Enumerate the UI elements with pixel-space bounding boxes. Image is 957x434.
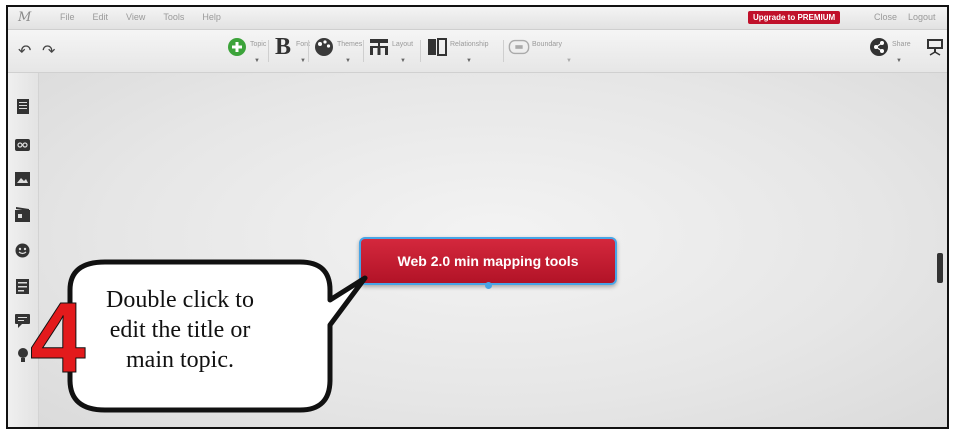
menu-bar: M File Edit View Tools Help Upgrade to P… — [8, 7, 947, 30]
themes-button[interactable]: Themes ▼ — [313, 36, 363, 64]
toolbar-divider — [268, 40, 269, 62]
boundary-icon — [508, 36, 530, 58]
share-icon — [868, 36, 890, 58]
menu-view[interactable]: View — [126, 12, 145, 22]
chevron-down-icon: ▼ — [566, 58, 572, 64]
annotation-line-3: main topic. — [126, 347, 234, 373]
close-link[interactable]: Close — [874, 12, 897, 22]
node-connector-dot[interactable] — [485, 282, 492, 289]
toolbar-divider — [363, 40, 364, 62]
idea-icon[interactable] — [15, 347, 30, 362]
image-icon[interactable] — [15, 171, 30, 186]
chevron-down-icon: ▼ — [300, 58, 306, 64]
annotation-line-2: edit the title or — [109, 317, 251, 343]
menu-help[interactable]: Help — [202, 12, 221, 22]
topic-label: Topic — [250, 41, 267, 48]
chevron-down-icon: ▼ — [254, 58, 260, 64]
menu-file[interactable]: File — [60, 12, 75, 22]
presentation-icon — [924, 36, 946, 58]
share-button[interactable]: Share ▼ — [868, 36, 911, 64]
undo-icon[interactable]: ↶ — [18, 41, 31, 61]
link-icon[interactable] — [15, 137, 30, 152]
relationship-icon — [426, 36, 448, 58]
chevron-down-icon: ▼ — [466, 58, 472, 64]
boundary-button[interactable]: Boundary ▼ — [508, 36, 572, 64]
canvas-scroll-handle[interactable] — [937, 253, 943, 283]
layout-icon — [368, 36, 390, 58]
menu-tools[interactable]: Tools — [163, 12, 184, 22]
add-topic-icon — [226, 36, 248, 58]
app-logo: M — [18, 10, 32, 25]
comment-icon[interactable] — [15, 313, 30, 328]
step-number: 4 — [30, 282, 87, 394]
topic-button[interactable]: Topic ▼ — [226, 36, 267, 64]
font-icon: B — [274, 33, 291, 60]
redo-icon[interactable]: ↷ — [42, 41, 55, 61]
layout-button[interactable]: Layout ▼ — [368, 36, 414, 64]
chevron-down-icon: ▼ — [896, 58, 902, 64]
toolbar-divider — [308, 40, 309, 62]
present-button[interactable] — [924, 36, 946, 58]
video-icon[interactable] — [15, 207, 30, 222]
emoji-icon[interactable] — [15, 243, 30, 258]
central-topic-node[interactable]: Web 2.0 min mapping tools — [359, 237, 617, 285]
font-button[interactable]: B Font ▼ — [272, 33, 310, 65]
toolbar: ↶ ↷ Topic ▼ B Font ▼ Themes ▼ Layout ▼ R… — [8, 30, 947, 73]
boundary-label: Boundary — [532, 41, 562, 48]
central-topic-label: Web 2.0 min mapping tools — [397, 253, 579, 269]
annotation-line-1: Double click to — [106, 287, 254, 313]
palette-icon — [313, 36, 335, 58]
menu-edit[interactable]: Edit — [93, 12, 109, 22]
chevron-down-icon: ▼ — [400, 58, 406, 64]
relationship-button[interactable]: Relationship ▼ — [426, 36, 489, 64]
notes-icon[interactable] — [15, 99, 30, 114]
relationship-label: Relationship — [450, 41, 489, 48]
menu: File Edit View Tools Help — [60, 12, 239, 22]
toolbar-divider — [420, 40, 421, 62]
layout-label: Layout — [392, 41, 414, 48]
themes-label: Themes — [337, 41, 363, 48]
annotation-text: Double click to edit the title or main t… — [80, 285, 280, 375]
upgrade-button[interactable]: Upgrade to PREMIUM — [748, 11, 841, 24]
share-label: Share — [892, 41, 911, 48]
task-icon[interactable] — [15, 279, 30, 294]
logout-link[interactable]: Logout — [908, 12, 936, 22]
toolbar-divider — [503, 40, 504, 62]
chevron-down-icon: ▼ — [345, 58, 351, 64]
